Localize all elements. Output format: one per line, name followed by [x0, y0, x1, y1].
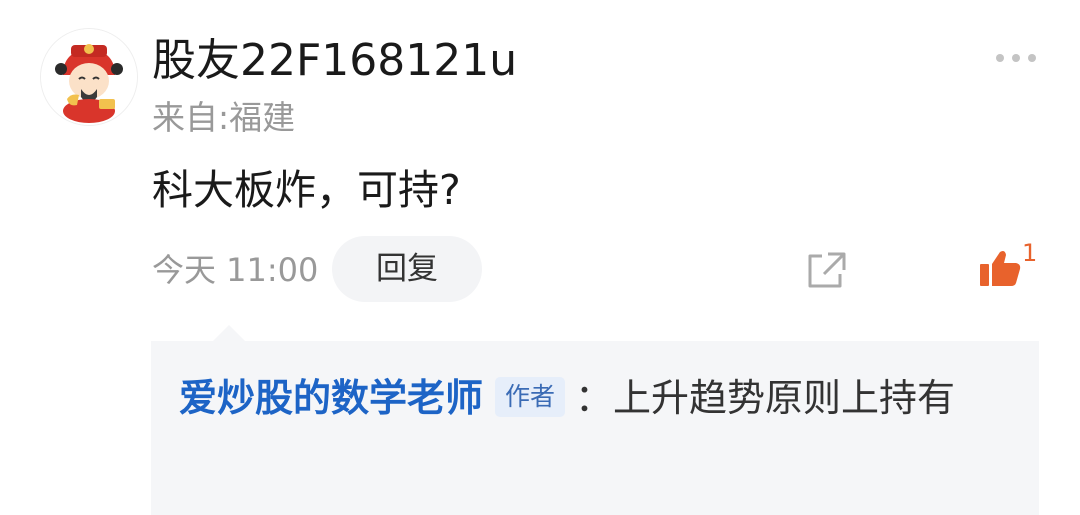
comment-text: 科大板炸，可持? — [152, 166, 461, 214]
share-external-icon[interactable] — [804, 250, 848, 292]
reply-author-name[interactable]: 爱炒股的数学老师 — [179, 376, 483, 420]
fortune-god-avatar-icon — [41, 29, 137, 125]
more-dots-icon[interactable] — [992, 44, 1040, 72]
reply-box: 爱炒股的数学老师 作者 ：上升趋势原则上持有 — [151, 341, 1039, 515]
username[interactable]: 股友22F168121u — [152, 32, 517, 90]
like-count: 1 — [1022, 239, 1038, 267]
thumbs-up-icon[interactable] — [978, 248, 1022, 288]
comment-timestamp: 今天 11:00 — [152, 251, 319, 289]
reply-button[interactable]: 回复 — [332, 236, 482, 302]
avatar[interactable] — [40, 28, 138, 126]
reply-content: 爱炒股的数学老师 作者 ：上升趋势原则上持有 — [179, 365, 1024, 431]
reply-pointer — [212, 325, 246, 342]
reply-text: ：上升趋势原则上持有 — [575, 376, 956, 420]
user-location: 来自:福建 — [152, 98, 296, 137]
author-badge: 作者 — [495, 377, 566, 417]
